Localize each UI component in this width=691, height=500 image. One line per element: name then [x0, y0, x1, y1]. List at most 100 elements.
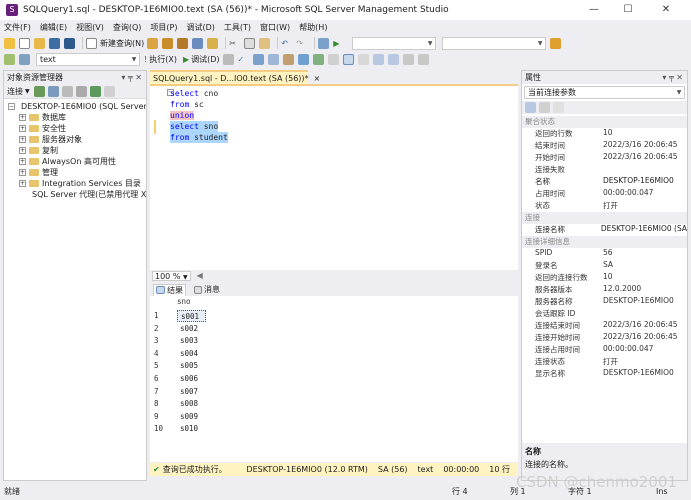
row-number[interactable]: 2	[154, 323, 174, 335]
property-row[interactable]: 显示名称 DESKTOP-1E6MIO0	[522, 368, 687, 380]
property-category[interactable]: 连接详细信息	[522, 236, 687, 248]
start-debug-button[interactable]: ▶	[333, 37, 345, 49]
copy-button[interactable]	[244, 37, 256, 49]
tree-node-server[interactable]: − DESKTOP-1E6MIO0 (SQL Server	[4, 101, 146, 112]
row-number[interactable]: 1	[154, 310, 174, 322]
expand-icon[interactable]: +	[19, 136, 26, 143]
grid-cell[interactable]: s005	[177, 360, 206, 372]
grid-cell[interactable]: s009	[177, 411, 206, 423]
xmla-query-button[interactable]	[192, 37, 204, 49]
property-row[interactable]: 连接开始时间 2022/3/16 20:06:45	[522, 332, 687, 344]
collapse-icon[interactable]: −	[8, 103, 15, 110]
property-row[interactable]: 返回的行数 10	[522, 128, 687, 140]
mdx-query-button[interactable]	[162, 37, 174, 49]
expand-icon[interactable]: +	[19, 169, 26, 176]
alphabetical-icon[interactable]	[539, 102, 550, 113]
menu-edit[interactable]: 编辑(E)	[40, 22, 67, 33]
property-row[interactable]: 连接失败	[522, 164, 687, 176]
client-stats-button[interactable]	[312, 53, 325, 65]
property-row[interactable]: 连接结束时间 2022/3/16 20:06:45	[522, 320, 687, 332]
tree-node-replication[interactable]: + 复制	[4, 145, 146, 156]
property-row[interactable]: SPID 56	[522, 248, 687, 260]
grid-cell[interactable]: s006	[177, 373, 206, 385]
cut-button[interactable]: ✂	[229, 37, 241, 49]
comment-button[interactable]	[372, 53, 385, 65]
tree-node-sql-agent[interactable]: SQL Server 代理(已禁用代理 X	[4, 189, 146, 200]
property-row[interactable]: 结束时间 2022/3/16 20:06:45	[522, 140, 687, 152]
menu-window[interactable]: 窗口(W)	[260, 22, 290, 33]
grid-column-header[interactable]: sno	[177, 296, 210, 308]
expand-icon[interactable]: +	[19, 125, 26, 132]
grid-cell[interactable]: s001	[177, 310, 206, 322]
grid-cell[interactable]: s010	[177, 423, 206, 435]
row-number[interactable]: 9	[154, 411, 174, 423]
new-project-button[interactable]	[4, 37, 16, 49]
save-all-button[interactable]	[64, 37, 76, 49]
toolbox-button[interactable]	[550, 37, 562, 49]
property-row[interactable]: 占用时间 00:00:00.047	[522, 188, 687, 200]
menu-view[interactable]: 视图(V)	[76, 22, 104, 33]
debug-button[interactable]: ▶ 调试(D)	[183, 53, 220, 65]
solution-config-dropdown[interactable]: ▼	[352, 36, 437, 50]
change-connection-button[interactable]	[19, 53, 31, 65]
property-row[interactable]: 连接占用时间 00:00:00.047	[522, 344, 687, 356]
zoom-dropdown[interactable]: 100 % ▼	[152, 270, 191, 281]
menu-file[interactable]: 文件(F)	[4, 22, 31, 33]
row-number[interactable]: 10	[154, 423, 174, 435]
property-pages-icon[interactable]	[553, 102, 564, 113]
pin-icon[interactable]: ▾ ╤ ✕	[662, 73, 683, 82]
pin-icon[interactable]: ▾ ╤ ✕	[121, 73, 142, 82]
undo-button[interactable]: ↶	[281, 37, 293, 49]
database-dropdown[interactable]: text ▼	[36, 52, 140, 66]
paste-button[interactable]	[259, 37, 271, 49]
expand-icon[interactable]: +	[19, 158, 26, 165]
menu-debug[interactable]: 调试(D)	[186, 22, 214, 33]
menu-query[interactable]: 查询(Q)	[113, 22, 142, 33]
menu-tools[interactable]: 工具(T)	[224, 22, 251, 33]
row-number[interactable]: 6	[154, 373, 174, 385]
oe-connect-button[interactable]: 连接	[7, 86, 23, 97]
property-category[interactable]: 聚合状态	[522, 116, 687, 128]
dmx-query-button[interactable]	[177, 37, 189, 49]
cancel-query-button[interactable]	[222, 53, 235, 65]
results-grid-button[interactable]	[342, 53, 355, 65]
menu-project[interactable]: 项目(P)	[150, 22, 177, 33]
expand-icon[interactable]: +	[19, 180, 26, 187]
tree-node-server-objects[interactable]: + 服务器对象	[4, 134, 146, 145]
property-row[interactable]: 连接名称 DESKTOP-1E6MIO0 (SA	[522, 224, 687, 236]
sql-editor[interactable]: − select cno from sc union select sno fr…	[150, 86, 518, 270]
tree-node-integration-services[interactable]: + Integration Services 目录	[4, 178, 146, 189]
query-options-button[interactable]	[267, 53, 280, 65]
parse-button[interactable]: ✓	[238, 53, 250, 65]
tree-node-databases[interactable]: + 数据库	[4, 112, 146, 123]
connect-server-icon[interactable]	[33, 85, 45, 97]
tab-messages[interactable]: 消息	[192, 284, 222, 296]
categorized-icon[interactable]	[525, 102, 536, 113]
close-window-button[interactable]: ✕	[652, 0, 680, 20]
properties-object-dropdown[interactable]: 当前连接参数 ▼	[524, 86, 685, 99]
results-text-button[interactable]	[327, 53, 340, 65]
property-row[interactable]: 开始时间 2022/3/16 20:06:45	[522, 152, 687, 164]
property-row[interactable]: 连接状态 打开	[522, 356, 687, 368]
chevron-down-icon[interactable]: ▼	[25, 88, 30, 95]
property-row[interactable]: 服务器版本 12.0.2000	[522, 284, 687, 296]
disconnect-icon[interactable]	[47, 85, 59, 97]
property-row[interactable]: 名称 DESKTOP-1E6MIO0	[522, 176, 687, 188]
property-row[interactable]: 服务器名称 DESKTOP-1E6MIO0	[522, 296, 687, 308]
outdent-button[interactable]	[402, 53, 415, 65]
new-query-button[interactable]: 新建查询(N)	[86, 37, 144, 49]
intellisense-button[interactable]	[282, 53, 295, 65]
new-file-button[interactable]	[19, 37, 31, 49]
dax-query-button[interactable]	[207, 37, 219, 49]
navigate-button[interactable]	[318, 37, 330, 49]
row-number[interactable]: 7	[154, 386, 174, 398]
tree-node-alwayson[interactable]: + AlwaysOn 高可用性	[4, 156, 146, 167]
row-number[interactable]: 8	[154, 398, 174, 410]
close-tab-icon[interactable]: ×	[314, 74, 321, 83]
execute-button[interactable]: ! 执行(X)	[144, 53, 177, 65]
db-query-button[interactable]	[147, 37, 159, 49]
indent-button[interactable]	[417, 53, 430, 65]
results-grid[interactable]: sno 1 s001 2 s002 3 s003 4 s004 5 s005 6 s006 7 s007 8…	[150, 296, 518, 462]
property-row[interactable]: 会话跟踪 ID	[522, 308, 687, 320]
refresh-icon[interactable]	[89, 85, 101, 97]
